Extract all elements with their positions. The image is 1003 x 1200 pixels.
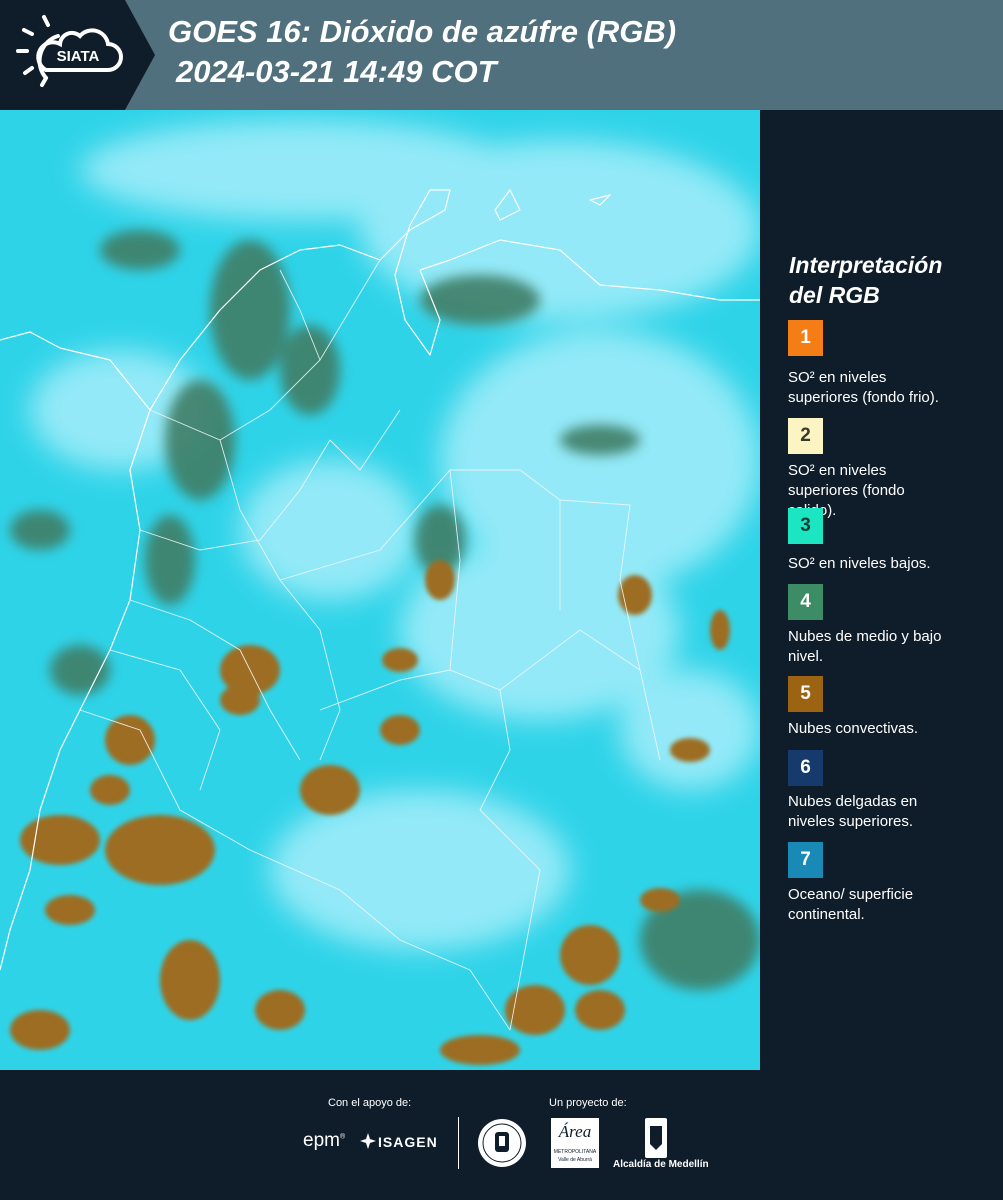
logo-text: SIATA: [57, 48, 100, 65]
page-title: GOES 16: Dióxido de azúfre (RGB): [168, 14, 677, 49]
legend-swatch-6: 6: [788, 750, 823, 786]
legend-text-1: SO² en niveles superiores (fondo frio).: [788, 369, 939, 406]
legend-text-7: Oceano/ superficie continental.: [788, 886, 914, 923]
legend-text-3: SO² en niveles bajos.: [788, 555, 931, 572]
isagen-logo: ISAGEN: [378, 1134, 438, 1150]
support-label: Con el apoyo de:: [328, 1097, 412, 1109]
alcaldia-label: Alcaldía de Medellín: [613, 1159, 709, 1170]
project-label: Un proyecto de:: [549, 1097, 627, 1109]
header-bar: SIATA GOES 16: Dióxido de azúfre (RGB) 2…: [0, 0, 1003, 110]
legend-text-5: Nubes convectivas.: [788, 720, 919, 737]
legend-swatch-2: 2: [788, 418, 823, 454]
siata-logo: SIATA: [0, 0, 155, 110]
legend-swatch-1: 1: [788, 320, 823, 356]
epm-logo: epm®: [303, 1130, 346, 1151]
legend-text-4: Nubes de medio y bajo nivel.: [788, 628, 942, 665]
footer-divider: [458, 1117, 459, 1169]
footer-bar: Con el apoyo de: Un proyecto de: epm® IS…: [0, 1070, 1003, 1200]
legend-swatch-4: 4: [788, 584, 823, 620]
isagen-icon: [360, 1133, 376, 1149]
legend-swatch-7: 7: [788, 842, 823, 878]
medellin-seal: [477, 1118, 527, 1168]
legend-swatch-3: 3: [788, 508, 823, 544]
area-metropolitana-logo: Área METROPOLITANA Valle de Aburrá: [551, 1118, 599, 1168]
alcaldia-crest-icon: [643, 1118, 669, 1158]
legend-swatch-5: 5: [788, 676, 823, 712]
legend-text-6: Nubes delgadas en niveles superiores.: [788, 793, 918, 830]
legend-panel: Interpretación del RGB 1 SO² en niveles s…: [760, 110, 1003, 1070]
page-timestamp: 2024-03-21 14:49 COT: [176, 54, 497, 89]
legend-title: Interpretación del RGB: [789, 252, 943, 308]
satellite-map[interactable]: [0, 110, 760, 1070]
